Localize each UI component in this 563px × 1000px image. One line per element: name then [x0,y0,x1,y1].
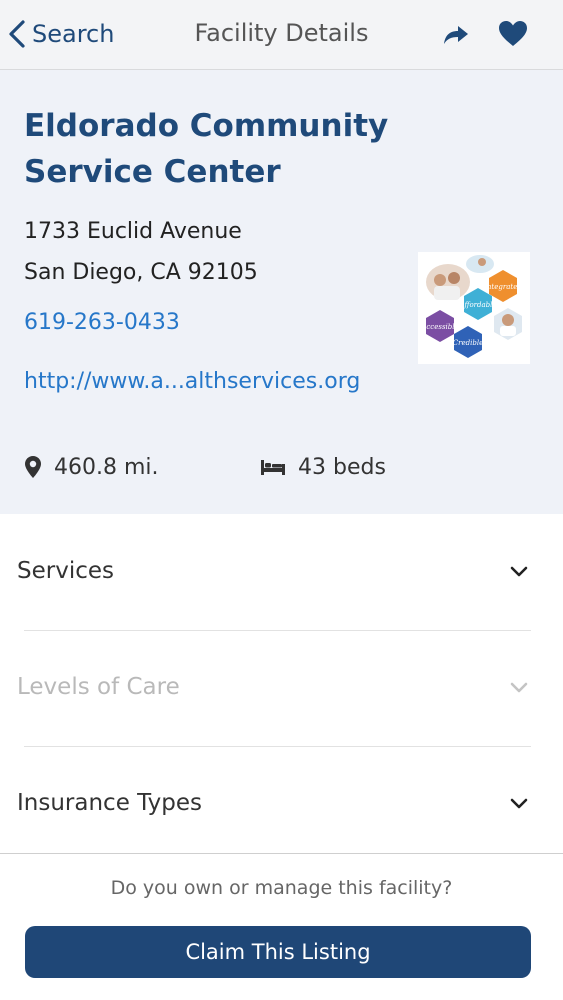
page-title: Facility Details [194,19,369,47]
section-services[interactable]: Services [0,514,563,630]
beds-value: 43 beds [298,454,386,480]
distance-value: 460.8 mi. [54,454,159,480]
chevron-down-icon [510,682,528,693]
bed-icon [261,460,285,475]
logo-word-accessible: Accessible [420,323,458,331]
location-pin-icon [25,456,41,478]
section-services-label: Services [17,558,114,584]
facility-logo: Integrated Affordable Accessible Credibl… [418,252,530,364]
beds-stat: 43 beds [260,452,386,482]
distance-stat: 460.8 mi. [24,452,159,482]
phone-link[interactable]: 619-263-0433 [24,310,180,335]
claim-listing-button[interactable]: Claim This Listing [25,926,531,978]
section-insurance-types-label: Insurance Types [17,790,202,816]
claim-question: Do you own or manage this facility? [110,877,453,899]
heart-icon[interactable] [497,18,529,50]
chevron-down-icon [510,798,528,809]
website-link[interactable]: http://www.a...althservices.org [24,369,360,394]
section-levels-of-care[interactable]: Levels of Care [0,630,563,746]
chevron-down-icon [510,566,528,577]
logo-word-affordable: Affordable [458,301,496,309]
section-insurance-types[interactable]: Insurance Types [0,746,563,862]
footer-divider [0,853,563,854]
address-street: 1733 Euclid Avenue [24,219,242,244]
facility-name: Eldorado Community Service Center [24,103,404,195]
facility-name-line2: Service Center [24,154,281,190]
navigation-bar: Search Facility Details [0,0,563,70]
logo-word-credible: Credible [453,339,483,347]
share-arrow-icon[interactable] [441,20,471,50]
section-levels-of-care-label: Levels of Care [17,674,180,700]
address-city: San Diego, CA 92105 [24,260,258,285]
logo-word-integrated: Integrated [483,283,522,291]
facility-header: Eldorado Community Service Center 1733 E… [0,70,563,514]
facility-name-line1: Eldorado Community [24,108,389,144]
